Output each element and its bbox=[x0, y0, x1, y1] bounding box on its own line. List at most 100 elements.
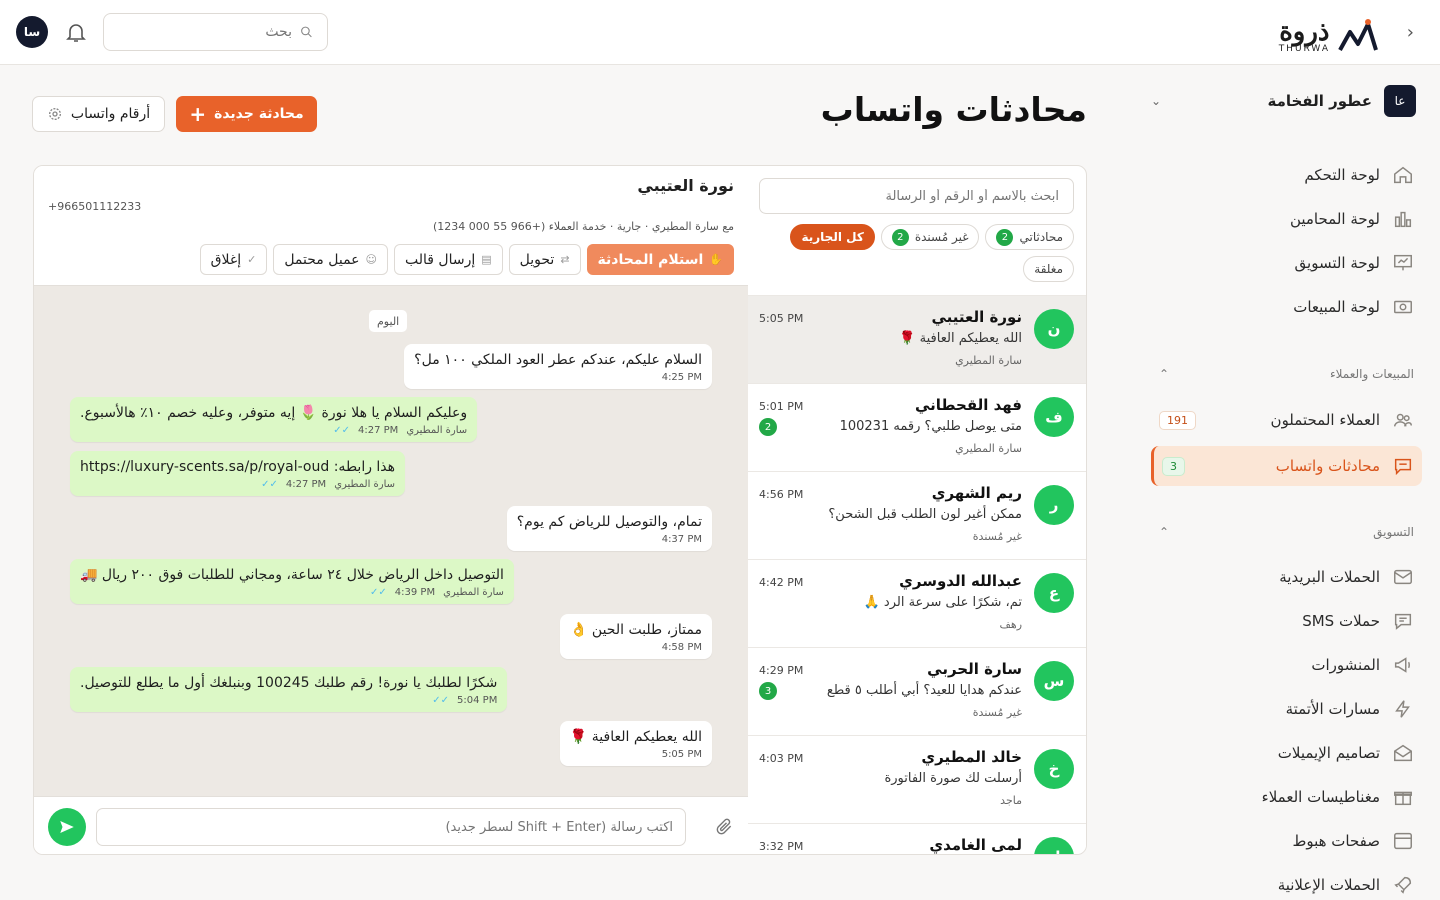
nav-ad-campaigns[interactable]: الحملات الإعلانية bbox=[1151, 865, 1422, 900]
section-marketing-header[interactable]: التسويق ⌃ bbox=[1159, 525, 1414, 539]
take-chat-button[interactable]: ✋ استلام المحادثة bbox=[586, 244, 734, 275]
nav-label: صفحات هبوط bbox=[1292, 832, 1380, 850]
unread-badge: 3 bbox=[759, 682, 777, 700]
conversation-item[interactable]: ف فهد القحطاني متى يوصل طلبي؟ رقمه 10023… bbox=[747, 383, 1086, 471]
chats-count-badge: 3 bbox=[1162, 456, 1185, 476]
filter-mine[interactable]: محادثاتي 2 bbox=[985, 224, 1074, 250]
user-icon: ☺ bbox=[365, 253, 377, 266]
nav-sms-campaigns[interactable]: حملات SMS bbox=[1151, 601, 1422, 641]
logo-mark-icon bbox=[1338, 19, 1378, 51]
message-input-box[interactable] bbox=[96, 808, 686, 846]
gift-icon bbox=[1394, 791, 1412, 806]
agent-name: سارة المطيري bbox=[406, 425, 468, 436]
conversation-item[interactable]: ن نورة العتيبي الله يعطيكم العافية 🌹 سار… bbox=[747, 295, 1086, 383]
user-avatar[interactable]: سا bbox=[16, 16, 48, 48]
plus-icon: + bbox=[189, 102, 207, 126]
nav-label: لوحة التحكم bbox=[1304, 166, 1380, 184]
conversation-item[interactable]: ل لمى الغامدي 3:32 PM bbox=[747, 823, 1086, 854]
section-sales-header[interactable]: المبيعات والعملاء ⌃ bbox=[1159, 367, 1414, 381]
message-bubble-outgoing: شكرًا لطلبك يا نورة! رقم طلبك 100245 وبن… bbox=[70, 667, 508, 712]
contact-name: نورة العتيبي bbox=[931, 308, 1022, 326]
message-text: شكرًا لطلبك يا نورة! رقم طلبك 100245 وبن… bbox=[80, 675, 498, 691]
new-chat-button[interactable]: محادثة جديدة + bbox=[176, 96, 317, 132]
message-text: الله يعطيكم العافية 🌹 bbox=[569, 729, 702, 745]
contact-avatar: ر bbox=[1034, 485, 1074, 525]
mark-lead-button[interactable]: ☺ عميل محتمل bbox=[273, 244, 388, 275]
bell-icon[interactable] bbox=[64, 20, 88, 44]
nav-lead-magnets[interactable]: مغناطيسات العملاء bbox=[1151, 777, 1422, 817]
message-input[interactable] bbox=[109, 819, 673, 835]
new-chat-label: محادثة جديدة bbox=[214, 106, 304, 122]
paperclip-icon[interactable] bbox=[714, 817, 734, 837]
contact-name: خالد المطيري bbox=[921, 748, 1022, 766]
conversations-panel: محادثاتي 2 غير مُسندة 2 كل الجارية مغلقة ن… bbox=[33, 165, 1087, 855]
assignee: غير مُسندة bbox=[972, 530, 1022, 543]
send-button[interactable] bbox=[48, 808, 86, 846]
message-time: 4:58 PM bbox=[661, 642, 702, 653]
unread-badge: 2 bbox=[759, 418, 777, 436]
conversation-item[interactable]: ع عبدالله الدوسري تم، شكرًا على سرعة الر… bbox=[747, 559, 1086, 647]
global-search-input[interactable] bbox=[118, 24, 292, 40]
nav-landing-pages[interactable]: صفحات هبوط bbox=[1151, 821, 1422, 861]
collapse-sidebar-icon[interactable]: ‹ bbox=[1407, 22, 1414, 43]
gear-icon bbox=[48, 108, 61, 120]
transfer-label: تحويل bbox=[519, 251, 555, 268]
chat-icon bbox=[1394, 458, 1412, 476]
take-chat-label: استلام المحادثة bbox=[597, 251, 704, 268]
send-icon bbox=[60, 821, 74, 833]
nav-leads[interactable]: العملاء المحتملون 191 bbox=[1151, 400, 1422, 440]
section-title: المبيعات والعملاء bbox=[1329, 367, 1414, 381]
nav-sales-board[interactable]: لوحة المبيعات bbox=[1151, 287, 1422, 327]
filter-unassigned[interactable]: غير مُسندة 2 bbox=[880, 224, 980, 250]
contact-name: عبدالله الدوسري bbox=[899, 572, 1022, 590]
message-time: 4:03 PM bbox=[759, 752, 804, 765]
filter-count: 2 bbox=[891, 228, 909, 246]
brand-name-en: THURWA bbox=[1278, 44, 1330, 54]
message-time: 3:32 PM bbox=[759, 840, 804, 853]
close-chat-label: إغلاق bbox=[210, 251, 242, 268]
day-separator: اليوم bbox=[369, 310, 408, 332]
read-receipt-icon: ✓✓ bbox=[370, 587, 387, 598]
message-text: ممتاز، طلبت الحين 👌 bbox=[570, 622, 702, 638]
contact-name: لمى الغامدي bbox=[929, 836, 1022, 854]
send-template-label: إرسال قالب bbox=[404, 251, 476, 268]
contact-name: ريم الشهري bbox=[931, 484, 1022, 502]
nav-whatsapp-chats[interactable]: محادثات واتساب 3 bbox=[1151, 446, 1422, 486]
message-icon bbox=[1394, 613, 1412, 630]
nav-email-campaigns[interactable]: الحملات البريدية bbox=[1151, 557, 1422, 597]
filter-all-active[interactable]: كل الجارية bbox=[790, 224, 875, 250]
message-text: السلام عليكم، عندكم عطر العود الملكي ١٠٠… bbox=[414, 352, 702, 368]
brand-logo[interactable]: ذروة THURWA bbox=[1279, 18, 1378, 54]
filter-count: 2 bbox=[996, 228, 1014, 246]
filter-label: محادثاتي bbox=[1019, 230, 1063, 244]
global-search[interactable] bbox=[103, 13, 328, 51]
page-title: محادثات واتساب bbox=[820, 90, 1087, 129]
nav-email-designs[interactable]: تصاميم الإيميلات bbox=[1151, 733, 1422, 773]
conversation-item[interactable]: ر ريم الشهري ممكن أغير لون الطلب قبل الش… bbox=[747, 471, 1086, 559]
nav-dashboard[interactable]: لوحة التحكم bbox=[1151, 155, 1422, 195]
read-receipt-icon: ✓✓ bbox=[432, 695, 450, 706]
message-bubble-incoming: ممتاز، طلبت الحين 👌 4:58 PM bbox=[560, 614, 712, 659]
last-message: أرسلت لك صورة الفاتورة bbox=[884, 771, 1022, 786]
send-template-button[interactable]: ▤ إرسال قالب bbox=[393, 244, 503, 275]
close-chat-button[interactable]: ✓ إغلاق bbox=[199, 244, 268, 275]
chat-contact-name: نورة العتيبي bbox=[637, 176, 734, 195]
transfer-button[interactable]: ⇄ تحويل bbox=[508, 244, 581, 275]
conversation-search[interactable] bbox=[759, 178, 1074, 214]
mark-lead-label: عميل محتمل bbox=[284, 251, 360, 268]
conversation-item[interactable]: س سارة الحربي عندكم هدايا للعيد؟ أبي أطل… bbox=[747, 647, 1086, 735]
nav-marketing-board[interactable]: لوحة التسويق bbox=[1151, 243, 1422, 283]
nav-posts[interactable]: المنشورات bbox=[1151, 645, 1422, 685]
nav-automations[interactable]: مسارات الأتمتة bbox=[1151, 689, 1422, 729]
conversation-search-input[interactable] bbox=[774, 188, 1059, 204]
nav-lawyers-board[interactable]: لوحة المحامين bbox=[1151, 199, 1422, 239]
message-time: 5:05 PM bbox=[759, 312, 804, 325]
chevron-down-icon: ⌄ bbox=[1151, 94, 1162, 108]
chevron-up-icon: ⌃ bbox=[1159, 367, 1170, 381]
message-bubble-outgoing: هذا رابطه: https://luxury-scents.sa/p/ro… bbox=[70, 451, 406, 496]
conversation-item[interactable]: خ خالد المطيري أرسلت لك صورة الفاتورة ما… bbox=[747, 735, 1086, 823]
filter-closed[interactable]: مغلقة bbox=[1023, 256, 1074, 282]
whatsapp-numbers-button[interactable]: أرقام واتساب bbox=[32, 96, 165, 132]
workspace-switcher[interactable]: عا عطور الفخامة ⌄ bbox=[1151, 83, 1416, 119]
nav-label: مسارات الأتمتة bbox=[1285, 700, 1380, 718]
